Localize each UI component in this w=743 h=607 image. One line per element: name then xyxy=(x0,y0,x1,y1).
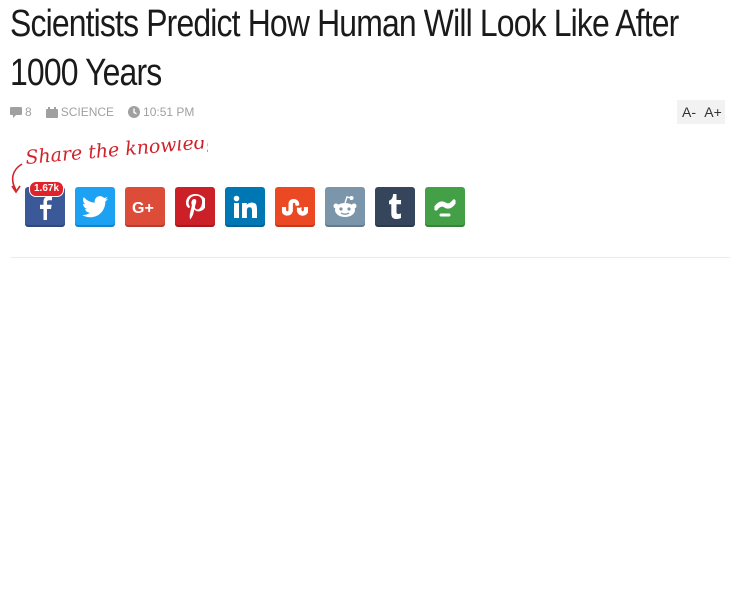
time-label: 10:51 PM xyxy=(143,105,195,119)
pinterest-icon xyxy=(186,194,205,220)
reddit-share-button[interactable] xyxy=(325,187,365,227)
post-time: 10:51 PM xyxy=(128,105,194,119)
linkedin-icon xyxy=(233,195,257,218)
article-title: Scientists Predict How Human Will Look L… xyxy=(10,3,679,94)
twitter-icon xyxy=(82,196,108,218)
share-count-badge: 1.67k xyxy=(29,181,65,197)
tumblr-share-button[interactable] xyxy=(375,187,415,227)
share-label-text: Share the knowledge! xyxy=(25,140,208,169)
category-link[interactable]: SCIENCE xyxy=(45,105,115,119)
share-arrow-icon xyxy=(11,163,23,191)
pinterest-share-button[interactable] xyxy=(175,187,215,227)
font-size-controls: A- A+ xyxy=(677,100,725,124)
more-share-button[interactable] xyxy=(425,187,465,227)
stumbleupon-icon xyxy=(282,199,308,216)
google-plus-icon: G+ xyxy=(132,200,154,217)
comment-icon xyxy=(10,106,22,118)
more-share-icon xyxy=(434,199,456,217)
article-meta: 8 SCIENCE 10:51 PM xyxy=(10,104,208,120)
google-plus-share-button[interactable]: G+ xyxy=(125,187,165,227)
svg-text:G+: G+ xyxy=(132,200,154,217)
comments-count: 8 xyxy=(25,105,32,119)
increase-font-button[interactable]: A+ xyxy=(701,100,725,124)
twitter-share-button[interactable] xyxy=(75,187,115,227)
linkedin-share-button[interactable] xyxy=(225,187,265,227)
decrease-font-button[interactable]: A- xyxy=(677,100,701,124)
clock-icon xyxy=(128,106,141,118)
facebook-share-button[interactable]: 1.67k xyxy=(25,181,65,227)
tumblr-icon xyxy=(389,194,401,219)
reddit-icon xyxy=(333,196,357,217)
facebook-icon xyxy=(40,196,52,220)
comments-link[interactable]: 8 xyxy=(10,105,32,119)
share-buttons: 1.67k G+ xyxy=(25,181,475,227)
calendar-icon xyxy=(45,106,58,118)
category-label: SCIENCE xyxy=(60,105,115,119)
stumbleupon-share-button[interactable] xyxy=(275,187,315,227)
divider xyxy=(10,257,730,258)
